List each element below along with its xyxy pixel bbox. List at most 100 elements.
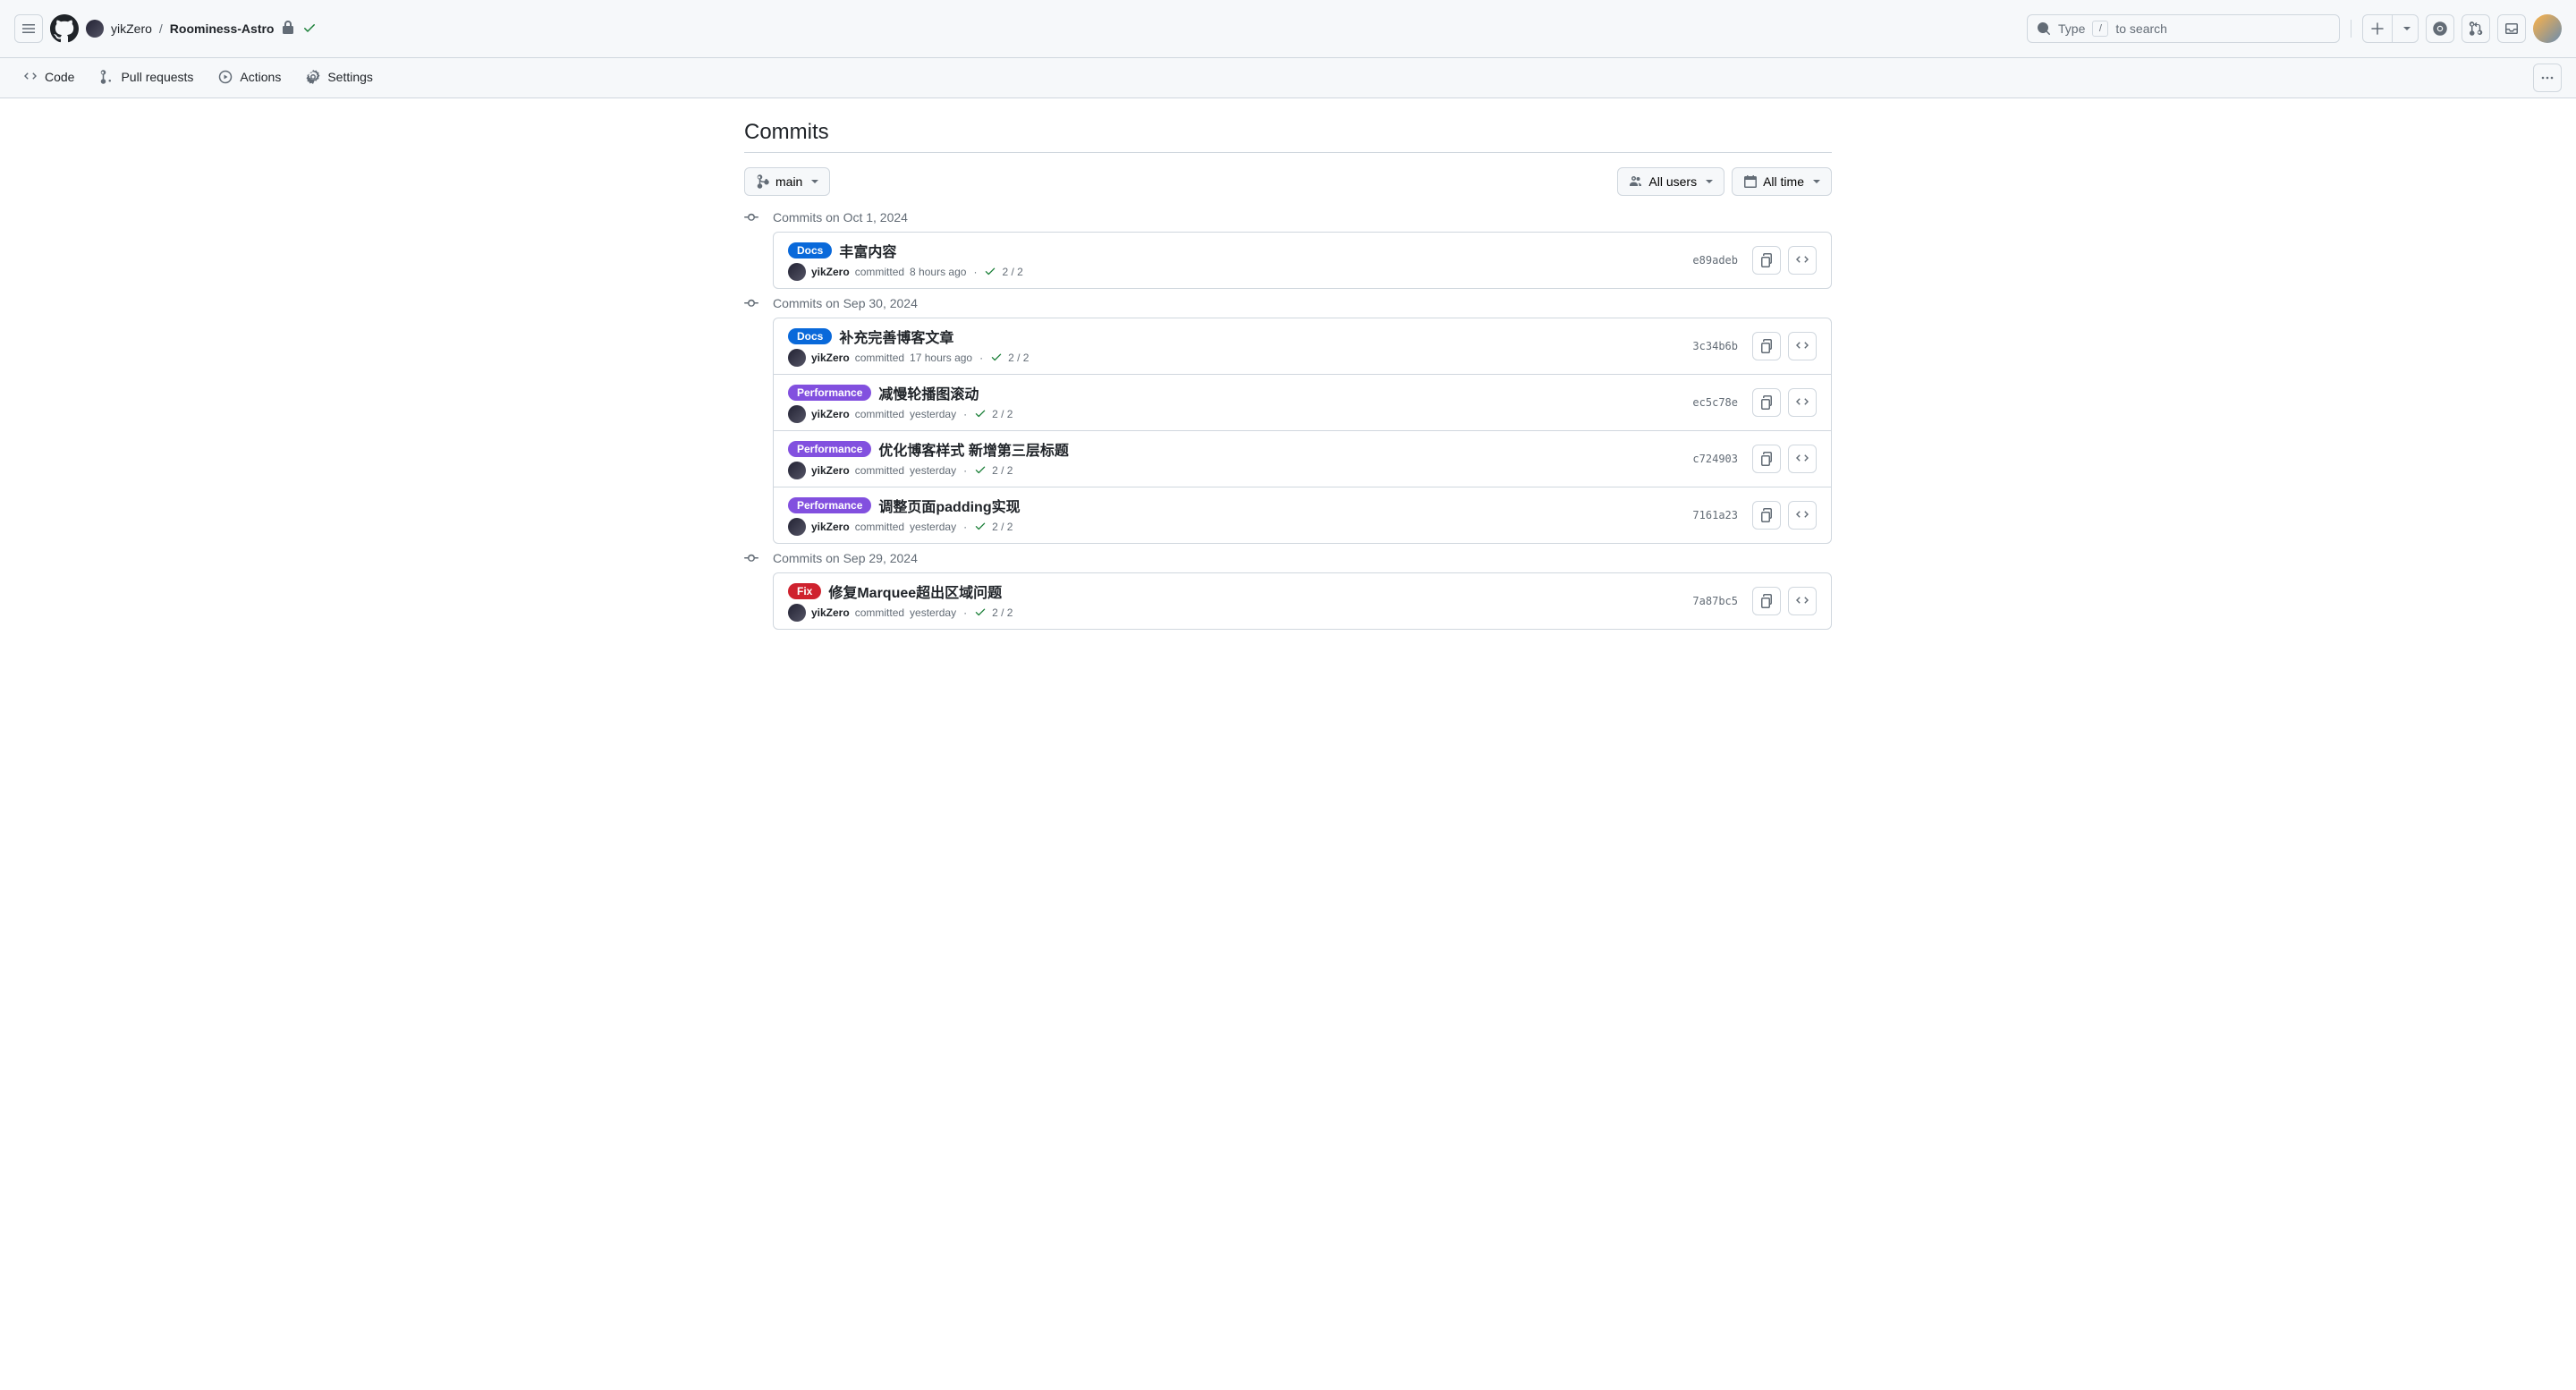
commit-hash[interactable]: 3c34b6b	[1692, 340, 1738, 352]
hamburger-menu-button[interactable]	[14, 14, 43, 43]
commit-author-link[interactable]: yikZero	[811, 606, 850, 619]
commit-row: Docs丰富内容yikZerocommitted8 hours ago2 / 2…	[774, 233, 1831, 288]
commit-committed-label: committed	[855, 266, 904, 278]
search-input[interactable]: Type / to search	[2027, 14, 2340, 43]
tab-code[interactable]: Code	[14, 61, 83, 95]
branch-label: main	[775, 174, 802, 189]
commit-badge: Docs	[788, 328, 832, 344]
inbox-button[interactable]	[2497, 14, 2526, 43]
commit-group-header: Commits on Sep 29, 2024	[744, 551, 1832, 565]
search-placeholder-prefix: Type	[2058, 21, 2085, 36]
browse-code-button[interactable]	[1788, 388, 1817, 417]
user-avatar[interactable]	[2533, 14, 2562, 43]
copy-hash-button[interactable]	[1752, 587, 1781, 615]
user-filter-button[interactable]: All users	[1617, 167, 1724, 196]
browse-code-button[interactable]	[1788, 246, 1817, 275]
commit-row: Performance减慢轮播图滚动yikZerocommittedyester…	[774, 374, 1831, 430]
tab-settings-label: Settings	[327, 70, 373, 84]
owner-link[interactable]: yikZero	[111, 21, 152, 36]
commit-author-link[interactable]: yikZero	[811, 464, 850, 477]
browse-code-button[interactable]	[1788, 445, 1817, 473]
commit-title-link[interactable]: 减慢轮播图滚动	[878, 382, 979, 403]
commit-title-link[interactable]: 调整页面padding实现	[878, 495, 1020, 516]
branch-select-button[interactable]: main	[744, 167, 830, 196]
browse-code-button[interactable]	[1788, 501, 1817, 530]
commit-author-link[interactable]: yikZero	[811, 521, 850, 533]
commit-status-count: 2 / 2	[992, 606, 1013, 619]
browse-code-button[interactable]	[1788, 332, 1817, 360]
group-date-label: Commits on Oct 1, 2024	[773, 210, 908, 225]
check-icon[interactable]	[974, 606, 987, 621]
pull-request-button[interactable]	[2462, 14, 2490, 43]
copy-hash-button[interactable]	[1752, 388, 1781, 417]
commit-committed-label: committed	[855, 408, 904, 420]
global-header: yikZero / Roominess-Astro Type / to sear…	[0, 0, 2576, 58]
check-icon[interactable]	[974, 520, 987, 535]
repo-kebab-menu[interactable]	[2533, 64, 2562, 92]
commit-row: Docs补充完善博客文章yikZerocommitted17 hours ago…	[774, 318, 1831, 374]
copy-hash-button[interactable]	[1752, 445, 1781, 473]
commit-status-count: 2 / 2	[992, 408, 1013, 420]
commit-row: Performance调整页面padding实现yikZerocommitted…	[774, 487, 1831, 543]
browse-code-button[interactable]	[1788, 587, 1817, 615]
commit-author-avatar[interactable]	[788, 604, 806, 622]
repo-link[interactable]: Roominess-Astro	[170, 21, 275, 36]
check-icon[interactable]	[974, 463, 987, 479]
breadcrumb: yikZero / Roominess-Astro	[86, 20, 317, 38]
commit-hash[interactable]: 7a87bc5	[1692, 595, 1738, 607]
commit-time: yesterday	[910, 408, 956, 420]
check-icon[interactable]	[984, 265, 996, 280]
users-icon	[1629, 174, 1643, 189]
commit-timeline-icon	[744, 296, 758, 310]
copy-hash-button[interactable]	[1752, 246, 1781, 275]
commit-row: Fix修复Marquee超出区域问题yikZerocommittedyester…	[774, 573, 1831, 629]
commit-author-avatar[interactable]	[788, 518, 806, 536]
copy-hash-button[interactable]	[1752, 332, 1781, 360]
chevron-down-icon	[1706, 180, 1713, 183]
chevron-down-icon	[811, 180, 818, 183]
copy-hash-button[interactable]	[1752, 501, 1781, 530]
commit-author-link[interactable]: yikZero	[811, 352, 850, 364]
check-icon[interactable]	[990, 351, 1003, 366]
commit-committed-label: committed	[855, 606, 904, 619]
commit-title-link[interactable]: 优化博客样式 新增第三层标题	[878, 438, 1068, 460]
commit-title-link[interactable]: 修复Marquee超出区域问题	[828, 581, 1002, 602]
add-dropdown[interactable]	[2392, 15, 2418, 42]
search-placeholder-suffix: to search	[2115, 21, 2167, 36]
commit-author-avatar[interactable]	[788, 263, 806, 281]
time-filter-button[interactable]: All time	[1732, 167, 1832, 196]
search-icon	[2037, 21, 2051, 36]
issues-button[interactable]	[2426, 14, 2454, 43]
tab-actions-label: Actions	[240, 70, 281, 84]
github-logo[interactable]	[50, 14, 79, 43]
commit-title-link[interactable]: 补充完善博客文章	[839, 326, 953, 347]
commit-badge: Performance	[788, 497, 871, 513]
tab-settings[interactable]: Settings	[297, 61, 382, 95]
commit-hash[interactable]: 7161a23	[1692, 509, 1738, 521]
tab-actions[interactable]: Actions	[209, 61, 290, 95]
tab-pull-requests[interactable]: Pull requests	[90, 61, 202, 95]
chevron-down-icon	[1813, 180, 1820, 183]
commit-author-avatar[interactable]	[788, 349, 806, 367]
check-icon[interactable]	[974, 407, 987, 422]
check-icon[interactable]	[302, 21, 317, 38]
commit-timeline-icon	[744, 551, 758, 565]
commit-title-link[interactable]: 丰富内容	[839, 240, 896, 261]
commit-status-count: 2 / 2	[992, 521, 1013, 533]
branch-icon	[756, 174, 770, 189]
commit-hash[interactable]: e89adeb	[1692, 254, 1738, 267]
commit-time: yesterday	[910, 521, 956, 533]
commit-hash[interactable]: ec5c78e	[1692, 396, 1738, 409]
plus-icon[interactable]	[2363, 15, 2392, 42]
commit-list: Docs补充完善博客文章yikZerocommitted17 hours ago…	[773, 318, 1832, 544]
commit-hash[interactable]: c724903	[1692, 453, 1738, 465]
commit-author-link[interactable]: yikZero	[811, 266, 850, 278]
commit-badge: Fix	[788, 583, 821, 599]
commit-committed-label: committed	[855, 464, 904, 477]
add-button[interactable]	[2362, 14, 2419, 43]
commit-author-link[interactable]: yikZero	[811, 408, 850, 420]
owner-avatar[interactable]	[86, 20, 104, 38]
commit-author-avatar[interactable]	[788, 405, 806, 423]
commit-author-avatar[interactable]	[788, 462, 806, 479]
commit-list: Docs丰富内容yikZerocommitted8 hours ago2 / 2…	[773, 232, 1832, 289]
